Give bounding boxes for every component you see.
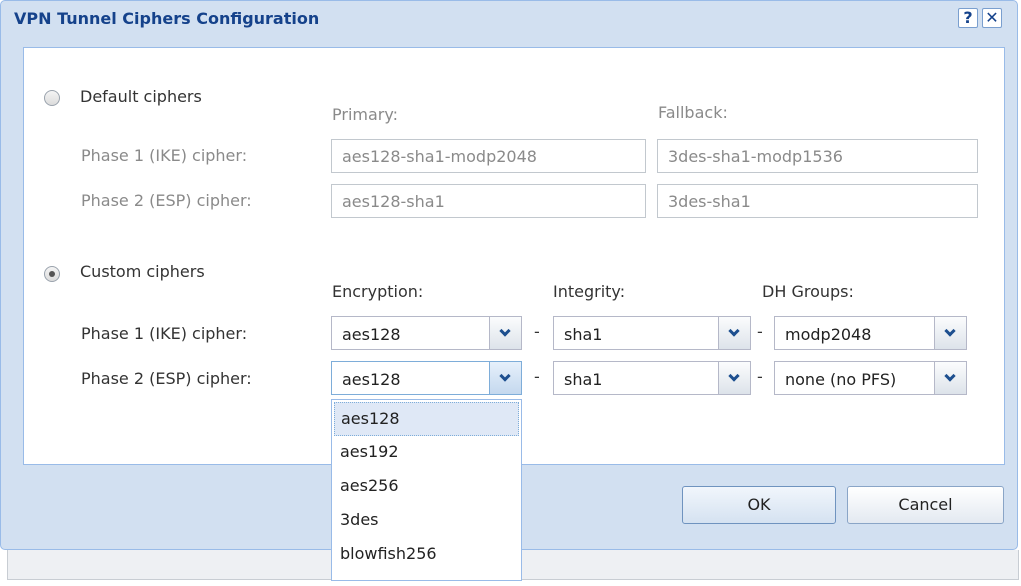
encryption-dropdown-list[interactable]: aes128 aes192 aes256 3des blowfish256 <box>331 399 522 581</box>
phase1-dh-select[interactable]: modp2048 <box>774 316 967 350</box>
help-icon[interactable]: ? <box>958 8 978 28</box>
default-phase1-label: Phase 1 (IKE) cipher: <box>81 146 248 165</box>
separator-dash: - <box>534 367 540 386</box>
dialog-titlebar[interactable]: VPN Tunnel Ciphers Configuration ? ✕ <box>1 1 1017 37</box>
default-ciphers-label[interactable]: Default ciphers <box>80 87 202 106</box>
primary-column-header: Primary: <box>332 105 399 124</box>
ok-button[interactable]: OK <box>682 486 836 524</box>
chevron-down-icon[interactable] <box>718 317 750 349</box>
phase2-integrity-value: sha1 <box>564 370 603 389</box>
phase1-integrity-value: sha1 <box>564 325 603 344</box>
phase2-integrity-select[interactable]: sha1 <box>553 361 751 395</box>
dropdown-option-aes192[interactable]: aes192 <box>334 436 519 470</box>
dh-groups-column-header: DH Groups: <box>762 282 854 301</box>
phase1-encryption-select[interactable]: aes128 <box>331 316 522 350</box>
fallback-column-header: Fallback: <box>658 103 728 122</box>
default-ciphers-radio[interactable] <box>44 90 60 106</box>
phase1-integrity-select[interactable]: sha1 <box>553 316 751 350</box>
chevron-down-icon[interactable] <box>718 362 750 394</box>
custom-ciphers-label[interactable]: Custom ciphers <box>80 262 205 281</box>
chevron-down-icon[interactable] <box>934 317 966 349</box>
separator-dash: - <box>757 322 763 341</box>
dropdown-option-aes256[interactable]: aes256 <box>334 470 519 504</box>
chevron-down-icon[interactable] <box>934 362 966 394</box>
phase1-encryption-value: aes128 <box>342 325 401 344</box>
chevron-down-icon[interactable] <box>489 317 521 349</box>
phase2-encryption-value: aes128 <box>342 370 401 389</box>
phase2-dh-select[interactable]: none (no PFS) <box>774 361 967 395</box>
default-phase2-fallback-field: 3des-sha1 <box>657 184 978 218</box>
phase2-dh-value: none (no PFS) <box>785 370 897 389</box>
dropdown-option-3des[interactable]: 3des <box>334 504 519 538</box>
separator-dash: - <box>534 322 540 341</box>
default-phase1-fallback-field: 3des-sha1-modp1536 <box>657 139 978 173</box>
phase2-encryption-select[interactable]: aes128 <box>331 361 522 395</box>
phase1-dh-value: modp2048 <box>785 325 872 344</box>
dialog-title: VPN Tunnel Ciphers Configuration <box>14 9 320 28</box>
dropdown-option-aes128[interactable]: aes128 <box>334 402 519 436</box>
encryption-column-header: Encryption: <box>332 282 424 301</box>
separator-dash: - <box>757 367 763 386</box>
integrity-column-header: Integrity: <box>553 282 626 301</box>
cancel-button[interactable]: Cancel <box>847 486 1004 524</box>
close-icon[interactable]: ✕ <box>982 8 1002 28</box>
default-phase2-label: Phase 2 (ESP) cipher: <box>81 191 252 210</box>
chevron-down-icon[interactable] <box>489 362 521 394</box>
default-phase1-primary-field: aes128-sha1-modp2048 <box>331 139 646 173</box>
custom-phase2-label: Phase 2 (ESP) cipher: <box>81 369 252 388</box>
custom-phase1-label: Phase 1 (IKE) cipher: <box>81 324 248 343</box>
dropdown-option-blowfish256[interactable]: blowfish256 <box>334 538 519 572</box>
custom-ciphers-radio[interactable] <box>44 266 60 282</box>
default-phase2-primary-field: aes128-sha1 <box>331 184 646 218</box>
